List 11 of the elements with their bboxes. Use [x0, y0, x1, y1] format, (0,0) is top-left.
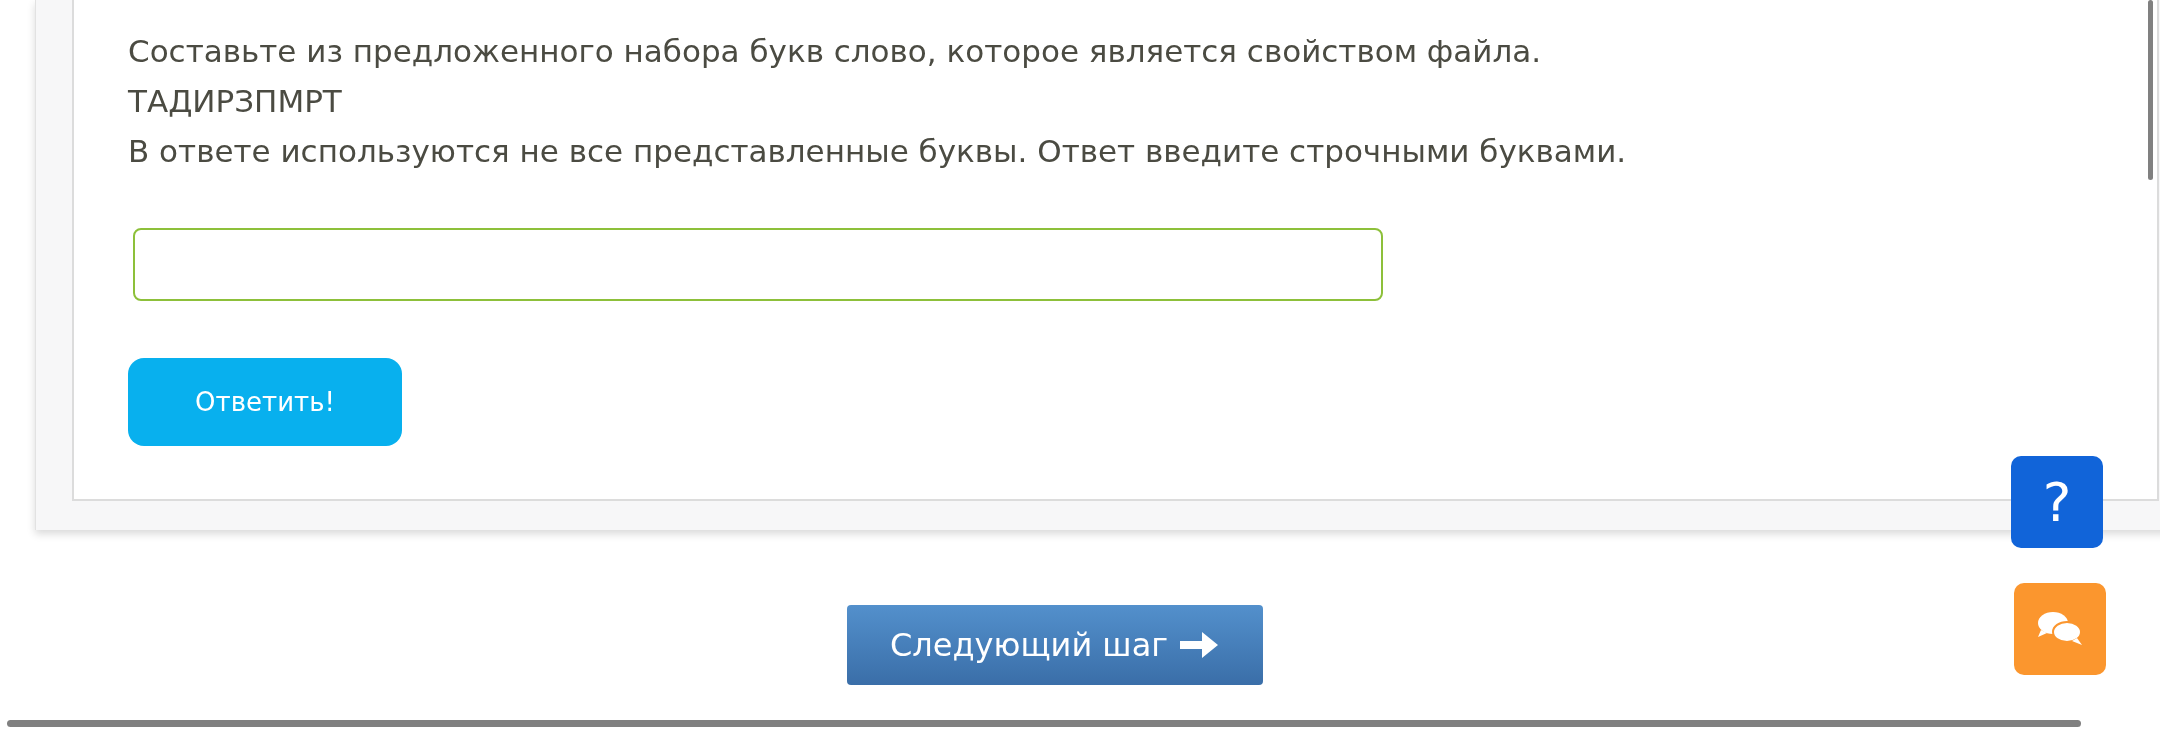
horizontal-scrollbar[interactable] — [7, 720, 2081, 727]
next-step-button[interactable]: Следующий шаг — [847, 605, 1263, 685]
question-text: Составьте из предложенного набора букв слово, которое является свойством файла. — [128, 32, 1542, 71]
answer-instruction: В ответе используются не все представленные буквы. Ответ введите строчными буквами. — [128, 132, 1627, 171]
answer-field[interactable] — [133, 228, 1383, 301]
chat-icon — [2037, 610, 2083, 648]
vertical-scrollbar[interactable] — [2148, 0, 2153, 180]
letter-set: ТАДИРЗПМРТ — [128, 82, 342, 121]
chat-button[interactable] — [2014, 583, 2106, 675]
submit-button[interactable]: Ответить! — [128, 358, 402, 446]
help-button[interactable]: ? — [2011, 456, 2103, 548]
